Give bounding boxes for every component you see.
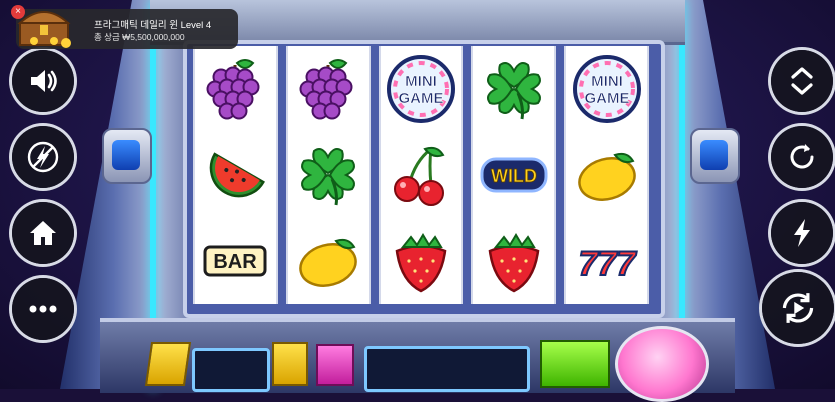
panel-button-yellow-left[interactable] <box>144 342 192 386</box>
lightning-icon <box>794 219 810 247</box>
svg-text:MINI: MINI <box>591 73 623 90</box>
notification-subtitle: 총 상금 ₩5,500,000,000 <box>94 32 185 42</box>
home-button[interactable] <box>12 202 74 264</box>
bet-adjust-button[interactable] <box>771 50 833 112</box>
home-icon <box>30 221 56 245</box>
quick-spin-button[interactable] <box>771 202 833 264</box>
mini-game-symbol: MINI GAME <box>383 51 459 127</box>
notification-close-button[interactable]: × <box>11 5 25 19</box>
panel-button-pink[interactable] <box>316 344 354 386</box>
strawberry-symbol <box>476 223 552 299</box>
chevron-up-down-icon <box>791 67 813 95</box>
panel-display-center <box>364 346 530 392</box>
grapes-symbol <box>290 51 366 127</box>
svg-text:777: 777 <box>578 245 637 283</box>
autoplay-icon <box>782 293 814 323</box>
lightning-off-icon <box>27 141 59 173</box>
lemon-symbol <box>290 223 366 299</box>
seven-symbol: 777 <box>569 223 645 299</box>
panel-button-green[interactable] <box>540 340 610 388</box>
reel-3: MINI GAME <box>378 46 464 304</box>
spin-button[interactable] <box>771 126 833 188</box>
autoplay-button[interactable] <box>762 272 834 344</box>
clover-symbol <box>290 137 366 213</box>
cherries-symbol <box>383 137 459 213</box>
strawberry-symbol <box>383 223 459 299</box>
sound-button[interactable] <box>12 50 74 112</box>
reel-clamp-left <box>102 128 152 184</box>
svg-text:WILD: WILD <box>491 166 537 186</box>
jackpot-notification[interactable]: × 프라그매틱 데일리 윈 Level 4 총 상금 ₩5,500,000,00… <box>11 5 238 49</box>
svg-text:GAME: GAME <box>398 90 443 107</box>
reel-clamp-right <box>690 128 740 184</box>
panel-display-left <box>192 348 270 392</box>
wild-symbol: WILD <box>476 137 552 213</box>
reel-1: BAR <box>193 46 278 304</box>
turbo-button[interactable] <box>12 126 74 188</box>
svg-text:MINI: MINI <box>405 73 437 90</box>
panel-spin-button[interactable] <box>615 326 709 402</box>
more-dots-icon <box>29 305 57 313</box>
lemon-symbol <box>569 137 645 213</box>
reel-5: MINI GAME 777 <box>564 46 649 304</box>
watermelon-symbol <box>197 137 273 213</box>
speaker-icon <box>31 70 57 92</box>
mini-game-symbol: MINI GAME <box>569 51 645 127</box>
bar-symbol: BAR <box>197 223 273 299</box>
grapes-symbol <box>197 51 273 127</box>
svg-text:GAME: GAME <box>584 90 629 107</box>
refresh-icon <box>790 144 814 169</box>
reel-4: WILD <box>471 46 557 304</box>
clover-symbol <box>476 51 552 127</box>
panel-button-yellow-right[interactable] <box>272 342 308 386</box>
notification-title: 프라그매틱 데일리 윈 Level 4 <box>94 20 212 31</box>
svg-text:BAR: BAR <box>214 251 258 273</box>
reel-2 <box>285 46 371 304</box>
reels-grid: BAR MINI GAME WILD MINI GAME 777 <box>193 46 649 304</box>
menu-button[interactable] <box>12 278 74 340</box>
